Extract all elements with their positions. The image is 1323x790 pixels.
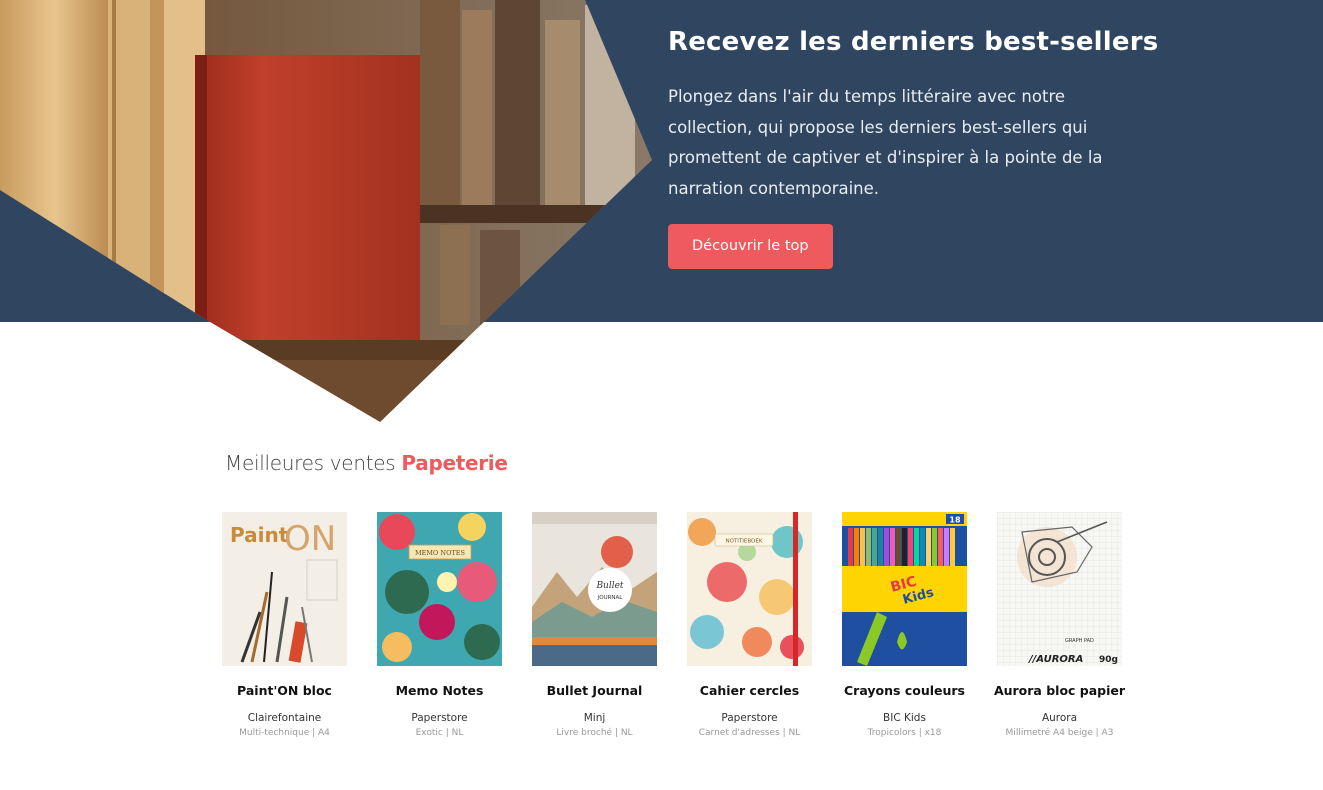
product-meta: Tropicolors | x18 bbox=[867, 728, 942, 738]
product-card[interactable]: Paint ON Paint'ON bloc Clairefontaine Mu… bbox=[207, 512, 362, 738]
product-card[interactable]: 18 BIC Kids Crayons couleurs BIC Kids Tr… bbox=[827, 512, 982, 738]
hero-title: Recevez les derniers best-sellers bbox=[668, 27, 1159, 57]
product-brand: Paperstore bbox=[721, 712, 778, 724]
product-meta: Millimetré A4 beige | A3 bbox=[1005, 728, 1114, 738]
product-brand: Clairefontaine bbox=[247, 712, 322, 724]
product-card[interactable]: GRAPH PAD //AURORA 90g Aurora bloc papie… bbox=[982, 512, 1137, 738]
product-brand: Aurora bbox=[1041, 712, 1078, 724]
svg-text:90g: 90g bbox=[1099, 655, 1118, 665]
product-cover-image[interactable]: 18 BIC Kids bbox=[842, 512, 967, 666]
svg-text:GRAPH PAD: GRAPH PAD bbox=[1065, 638, 1094, 644]
product-brand: Paperstore bbox=[411, 712, 468, 724]
svg-text:Paint: Paint bbox=[230, 523, 289, 547]
svg-text:NOTITIEBOEK: NOTITIEBOEK bbox=[726, 539, 763, 545]
product-cover-image[interactable]: NOTITIEBOEK bbox=[687, 512, 812, 666]
product-cover-image[interactable]: Bullet JOURNAL bbox=[532, 512, 657, 666]
svg-text:18: 18 bbox=[949, 516, 961, 525]
product-card[interactable]: NOTITIEBOEK Cahier cercles Paperstore Ca… bbox=[672, 512, 827, 738]
product-name[interactable]: Aurora bloc papier bbox=[982, 683, 1137, 698]
product-card[interactable]: Bullet JOURNAL Bullet Journal Minj Livre… bbox=[517, 512, 672, 738]
discover-top-button[interactable]: Découvrir le top bbox=[668, 224, 833, 269]
product-list: Paint ON Paint'ON bloc Clairefontaine Mu… bbox=[207, 512, 1137, 738]
product-brand: Minj bbox=[583, 712, 606, 724]
product-cover-image[interactable]: GRAPH PAD //AURORA 90g bbox=[997, 512, 1122, 666]
product-name[interactable]: Crayons couleurs bbox=[827, 683, 982, 698]
product-name[interactable]: Cahier cercles bbox=[672, 683, 827, 698]
svg-text:ON: ON bbox=[284, 519, 336, 559]
product-brand: BIC Kids bbox=[883, 712, 926, 724]
section-title-prefix: Meilleures ventes bbox=[225, 451, 402, 475]
product-meta: Livre broché | NL bbox=[556, 728, 633, 738]
product-card[interactable]: MEMO NOTES Memo Notes Paperstore Exotic … bbox=[362, 512, 517, 738]
product-meta: Multi-technique | A4 bbox=[239, 728, 330, 738]
section-title-highlight: Papeterie bbox=[401, 451, 508, 475]
product-name[interactable]: Bullet Journal bbox=[517, 683, 672, 698]
product-name[interactable]: Paint'ON bloc bbox=[207, 683, 362, 698]
svg-text:Bullet: Bullet bbox=[595, 581, 623, 591]
hero-description: Plongez dans l'air du temps littéraire a… bbox=[668, 87, 1103, 198]
hero-content: Recevez les derniers best-sellers Plonge… bbox=[668, 24, 1228, 269]
product-cover-image[interactable]: MEMO NOTES bbox=[377, 512, 502, 666]
product-meta: Carnet d'adresses | NL bbox=[698, 728, 801, 738]
svg-text://AURORA: //AURORA bbox=[1028, 654, 1083, 665]
svg-text:JOURNAL: JOURNAL bbox=[597, 595, 624, 601]
product-meta: Exotic | NL bbox=[415, 728, 464, 738]
product-name[interactable]: Memo Notes bbox=[362, 683, 517, 698]
svg-text:MEMO NOTES: MEMO NOTES bbox=[415, 549, 465, 557]
section-title: Meilleures ventes Papeterie bbox=[225, 451, 508, 475]
hero-books-image bbox=[0, 0, 660, 422]
product-cover-image[interactable]: Paint ON bbox=[222, 512, 347, 666]
hero-banner: Recevez les derniers best-sellers Plonge… bbox=[0, 0, 1323, 422]
